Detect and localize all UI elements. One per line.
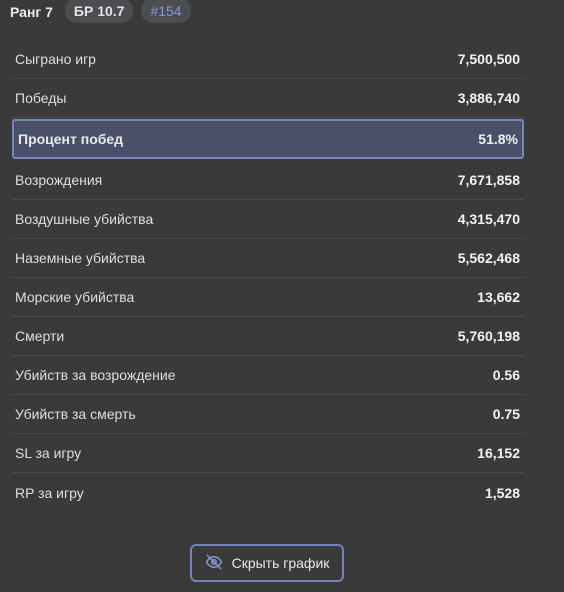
stat-value: 1,528 bbox=[484, 484, 520, 501]
stat-value: 16,152 bbox=[477, 445, 520, 461]
header: Ранг 7 БР 10.7 #154 bbox=[4, 0, 191, 23]
br-chip: БР 10.7 bbox=[64, 0, 134, 23]
stat-label: Убийств за возрождение bbox=[15, 367, 176, 383]
stat-value: 7,671,858 bbox=[457, 172, 520, 188]
stat-label: Воздушные убийства bbox=[15, 211, 154, 227]
stat-row-sl-per-game: SL за игру 16,152 bbox=[12, 434, 524, 473]
stat-row-kills-per-death: Убийств за смерть 0.75 bbox=[12, 395, 524, 434]
stat-row-naval-kills: Морские убийства 13,662 bbox=[12, 278, 524, 317]
stat-label: Сыграно игр bbox=[15, 51, 96, 67]
stat-value: 3,886,740 bbox=[457, 90, 520, 106]
rank-label: Ранг 7 bbox=[10, 3, 53, 20]
stat-label: RP за игру bbox=[15, 484, 84, 501]
stat-value: 0.56 bbox=[492, 367, 520, 383]
stat-value: 51.8% bbox=[478, 131, 518, 147]
place-chip: #154 bbox=[141, 0, 191, 23]
stat-value: 4,315,470 bbox=[457, 211, 520, 227]
stat-label: Процент побед bbox=[18, 131, 124, 147]
stat-row-victories: Победы 3,886,740 bbox=[12, 79, 524, 118]
stat-row-games-played: Сыграно игр 7,500,500 bbox=[12, 40, 524, 79]
stat-label: Морские убийства bbox=[15, 289, 135, 305]
stat-row-respawns: Возрождения 7,671,858 bbox=[12, 161, 524, 200]
stat-value: 5,760,198 bbox=[457, 328, 520, 344]
stat-label: SL за игру bbox=[15, 445, 82, 461]
stat-row-deaths: Смерти 5,760,198 bbox=[12, 317, 524, 356]
stat-value: 7,500,500 bbox=[457, 51, 520, 67]
hide-chart-button[interactable]: Скрыть график bbox=[190, 544, 344, 582]
hide-chart-label: Скрыть график bbox=[231, 555, 330, 571]
stat-label: Убийств за смерть bbox=[15, 406, 136, 422]
stat-value: 0.75 bbox=[492, 406, 520, 422]
stat-value: 5,562,468 bbox=[457, 250, 520, 266]
stat-label: Наземные убийства bbox=[15, 250, 146, 266]
stat-row-kills-per-respawn: Убийств за возрождение 0.56 bbox=[12, 356, 524, 395]
eye-slash-icon bbox=[205, 553, 223, 574]
stats-table: Сыграно игр 7,500,500 Победы 3,886,740 П… bbox=[12, 40, 524, 512]
stat-value: 13,662 bbox=[477, 289, 520, 305]
stat-row-air-kills: Воздушные убийства 4,315,470 bbox=[12, 200, 524, 239]
stat-label: Смерти bbox=[15, 328, 65, 344]
stat-label: Победы bbox=[15, 90, 67, 106]
stat-label: Возрождения bbox=[15, 172, 103, 188]
stat-row-ground-kills: Наземные убийства 5,562,468 bbox=[12, 239, 524, 278]
stat-row-rp-per-game: RP за игру 1,528 bbox=[12, 473, 524, 512]
stat-row-win-rate: Процент побед 51.8% bbox=[12, 119, 524, 159]
